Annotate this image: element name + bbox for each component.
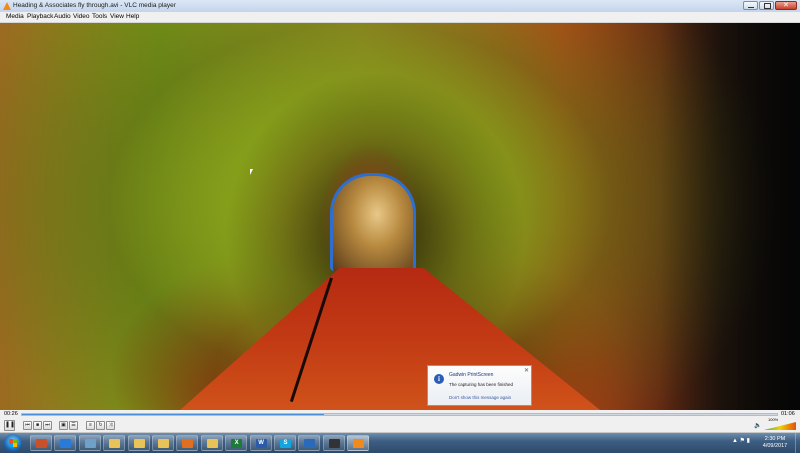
taskbar-item-folder-icon[interactable] (127, 435, 150, 451)
folder-icon (206, 439, 218, 448)
internet-explorer-icon (60, 439, 72, 448)
taskbar-item-folder-icon[interactable] (152, 435, 174, 451)
speaker-icon[interactable]: 🔈 (754, 422, 761, 429)
clock-date: 4/09/2017 (762, 443, 788, 449)
tunnel-floor (180, 268, 600, 410)
mouse-cursor-icon (250, 169, 253, 175)
loop-button[interactable]: ↻ (96, 421, 105, 430)
maximize-button[interactable] (759, 1, 774, 10)
folder-icon (158, 439, 169, 448)
time-elapsed: 00:26 (4, 411, 18, 417)
shuffle-button[interactable]: ⤨ (106, 421, 115, 430)
taskbar-item-recap-icon[interactable] (298, 435, 321, 451)
clock-time: 2:30 PM (764, 436, 786, 442)
taskbar-item-lens-app-icon[interactable] (322, 435, 345, 451)
previous-button[interactable]: ⏮ (23, 421, 32, 430)
tunnel-opening (330, 173, 416, 271)
notification-message: The capturing has been finished (449, 382, 514, 387)
menu-help[interactable]: Help (126, 13, 139, 20)
windows-logo-icon (9, 439, 17, 447)
taskbar-item-media-player-icon[interactable] (176, 435, 199, 451)
menu-tools[interactable]: Tools (92, 13, 107, 20)
folder-icon (109, 439, 121, 448)
notification-dismiss-link[interactable]: Don't show this message again (449, 395, 511, 400)
folder-icon (133, 439, 145, 448)
player-controls: ❚❚ ⏮ ■ ⏭ ▣ ☰ ≡ ↻ ⤨ 🔈 100% (0, 417, 800, 433)
taskbar-item-word-icon[interactable]: W (249, 435, 272, 451)
fullscreen-button[interactable]: ▣ (59, 421, 68, 430)
vlc-icon (353, 439, 365, 448)
taskbar-item-vlc-icon[interactable] (347, 435, 370, 451)
menu-media[interactable]: Media (6, 13, 24, 20)
stop-button[interactable]: ■ (33, 421, 42, 430)
volume-level (764, 422, 796, 430)
lens-app-icon (328, 439, 340, 448)
notification-app: Gadwin PrintScreen (449, 372, 494, 378)
taskbar-item-folder-icon[interactable] (103, 435, 126, 451)
window-title: Heading & Associates fly through.avi - V… (13, 2, 176, 9)
notification-close-icon[interactable]: ✕ (524, 367, 529, 374)
pen-app-icon (84, 439, 96, 448)
close-button[interactable] (775, 1, 797, 10)
playlist-button[interactable]: ≡ (86, 421, 95, 430)
seek-row: 00:26 01:06 (0, 410, 800, 419)
vlc-icon (3, 2, 11, 10)
taskbar: X W S ▲ ⚑ ▮ 2:30 PM 4/09/2017 (0, 433, 800, 453)
menu-view[interactable]: View (110, 13, 124, 20)
excel-icon: X (231, 439, 243, 448)
volume-slider[interactable]: 🔈 100% (754, 417, 796, 430)
clock[interactable]: 2:30 PM 4/09/2017 (757, 436, 793, 450)
volume-percent: 100% (768, 417, 779, 422)
minimize-button[interactable] (743, 1, 758, 10)
taskbar-item-internet-explorer-icon[interactable] (54, 435, 77, 451)
media-center-icon (36, 439, 47, 448)
seek-bar-fill (22, 414, 324, 415)
media-player-icon (182, 439, 194, 448)
menu-bar: Media Playback Audio Video Tools View He… (0, 12, 800, 23)
taskbar-item-folder-icon[interactable] (200, 435, 223, 451)
info-icon: i (434, 374, 444, 384)
time-total: 01:06 (781, 411, 795, 417)
video-frame[interactable] (0, 23, 800, 410)
seek-bar[interactable] (21, 413, 778, 416)
taskbar-item-excel-icon[interactable]: X (225, 435, 248, 451)
recap-icon (304, 439, 316, 448)
pause-button[interactable]: ❚❚ (4, 420, 15, 431)
next-button[interactable]: ⏭ (43, 421, 52, 430)
extended-settings-button[interactable]: ☰ (69, 421, 78, 430)
taskbar-item-media-center-icon[interactable] (30, 435, 52, 451)
tray-icons[interactable]: ▲ ⚑ ▮ (732, 437, 750, 444)
word-icon: W (255, 439, 267, 448)
notification-popup: i ✕ Gadwin PrintScreen The capturing has… (427, 365, 532, 406)
show-desktop-button[interactable] (795, 433, 800, 453)
taskbar-item-skype-icon[interactable]: S (274, 435, 296, 451)
taskbar-item-pen-app-icon[interactable] (78, 435, 101, 451)
menu-audio[interactable]: Audio (54, 13, 71, 20)
dark-wall-shade (660, 23, 800, 410)
skype-icon: S (280, 439, 291, 448)
menu-video[interactable]: Video (73, 13, 90, 20)
menu-playback[interactable]: Playback (27, 13, 53, 20)
start-button[interactable] (4, 434, 22, 452)
